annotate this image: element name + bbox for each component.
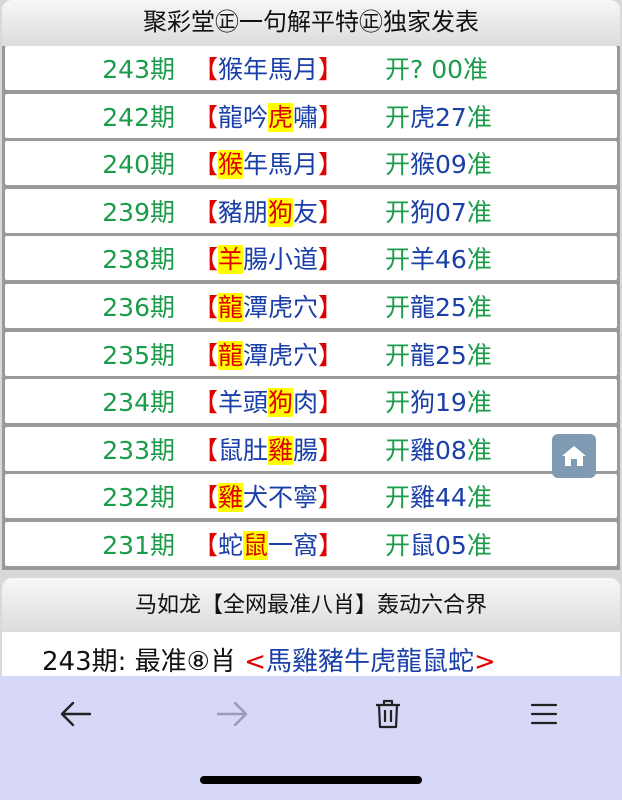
- result: 开狗07准: [385, 197, 492, 227]
- table-row: 239期 【豬朋狗友】 开狗07准: [5, 188, 617, 233]
- highlight-char: 雞: [218, 483, 244, 513]
- table-row: 243期 【猴年馬月】 开? 00准: [5, 46, 617, 90]
- prediction-zodiacs: 馬雞豬牛虎龍鼠蛇: [266, 647, 475, 676]
- riddle-phrase: 【龍潭虎穴】: [193, 292, 344, 322]
- table-row: 233期 【鼠肚雞腸】 开雞08准: [5, 426, 617, 471]
- trash-icon: [376, 699, 400, 729]
- table-row: 231期 【蛇鼠一窩】 开鼠05准: [5, 521, 617, 566]
- riddle-phrase: 【龍潭虎穴】: [193, 340, 344, 370]
- result: 开雞08准: [385, 435, 492, 465]
- result: 开狗19准: [385, 388, 492, 418]
- highlight-char: 猴: [218, 150, 244, 180]
- table-row: 242期 【龍吟虎嘯】 开虎27准: [5, 93, 617, 138]
- hamburger-menu-icon: [530, 703, 558, 725]
- issue-number: 238期: [102, 245, 175, 275]
- table-row: 238期 【羊腸小道】 开羊46准: [5, 236, 617, 281]
- delete-button[interactable]: [368, 694, 408, 734]
- table-row: 240期 【猴年馬月】 开猴09准: [5, 141, 617, 186]
- section-title: 聚彩堂㊣一句解平特㊣独家发表: [143, 8, 479, 36]
- table-row: 232期 【雞犬不寧】 开雞44准: [5, 474, 617, 519]
- riddle-phrase: 【猴年馬月】: [193, 150, 344, 180]
- menu-button[interactable]: [524, 694, 564, 734]
- home-button[interactable]: [552, 434, 596, 478]
- highlight-char: 雞: [268, 435, 294, 465]
- riddle-phrase: 【羊腸小道】: [193, 245, 344, 275]
- highlight-char: 虎: [268, 102, 294, 132]
- prediction-line: 243期: 最准⑧肖 <馬雞豬牛虎龍鼠蛇>: [2, 632, 620, 676]
- table-row: 234期 【羊頭狗肉】 开狗19准: [5, 379, 617, 424]
- riddle-phrase: 【龍吟虎嘯】: [193, 102, 344, 132]
- issue-number: 239期: [102, 197, 175, 227]
- section-header-pingte: 聚彩堂㊣一句解平特㊣独家发表: [2, 0, 620, 46]
- result: 开猴09准: [385, 150, 492, 180]
- table-row: 236期 【龍潭虎穴】 开龍25准: [5, 283, 617, 328]
- issue-number: 236期: [102, 292, 175, 322]
- result: 开羊46准: [385, 245, 492, 275]
- section-header-eight-zodiac: 马如龙【全网最准八肖】轰动六合界: [2, 578, 620, 632]
- issue-number: 233期: [102, 435, 175, 465]
- highlight-char: 鼠: [243, 530, 269, 560]
- highlight-char: 羊: [218, 245, 244, 275]
- result: 开雞44准: [385, 483, 492, 513]
- home-icon: [562, 446, 586, 466]
- highlight-char: 龍: [218, 292, 244, 322]
- riddle-phrase: 【猴年馬月】: [193, 55, 344, 84]
- result: 开龍25准: [385, 292, 492, 322]
- result: 开龍25准: [385, 340, 492, 370]
- highlight-char: 狗: [268, 388, 294, 418]
- issue-number: 232期: [102, 483, 175, 513]
- issue-number: 243期: [102, 55, 175, 84]
- riddle-phrase: 【蛇鼠一窩】: [193, 530, 344, 560]
- section-title: 马如龙【全网最准八肖】轰动六合界: [134, 593, 487, 618]
- result: 开? 00准: [385, 55, 489, 84]
- table-row: 235期 【龍潭虎穴】 开龍25准: [5, 331, 617, 376]
- result: 开虎27准: [385, 102, 492, 132]
- riddle-phrase: 【雞犬不寧】: [193, 483, 344, 513]
- arrow-left-icon: [60, 701, 92, 727]
- issue-number: 231期: [102, 530, 175, 560]
- issue-number: 240期: [102, 150, 175, 180]
- riddle-phrase: 【鼠肚雞腸】: [193, 435, 344, 465]
- home-indicator[interactable]: [200, 776, 422, 784]
- results-table: 243期 【猴年馬月】 开? 00准 242期 【龍吟虎嘯】 开虎27准 240…: [2, 46, 620, 570]
- issue-number: 235期: [102, 340, 175, 370]
- issue-number: 234期: [102, 388, 175, 418]
- riddle-phrase: 【豬朋狗友】: [193, 197, 344, 227]
- forward-button[interactable]: [212, 694, 252, 734]
- back-button[interactable]: [56, 694, 96, 734]
- prediction-label: 243期: 最准⑧肖: [42, 647, 245, 676]
- highlight-char: 狗: [268, 197, 294, 227]
- riddle-phrase: 【羊頭狗肉】: [193, 388, 344, 418]
- issue-number: 242期: [102, 102, 175, 132]
- highlight-char: 龍: [218, 340, 244, 370]
- arrow-right-icon: [216, 701, 248, 727]
- result: 开鼠05准: [385, 530, 492, 560]
